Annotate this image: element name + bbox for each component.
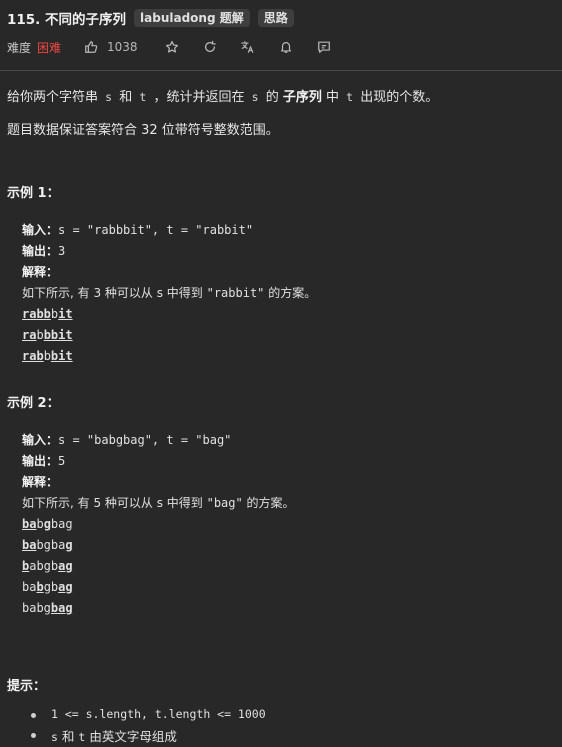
matched-chars: b: [36, 580, 44, 594]
title-row: 115. 不同的子序列 labuladong 题解 思路: [7, 8, 294, 28]
example-1-input: 输入：s = "rabbbit", t = "rabbit": [22, 220, 316, 241]
unmatched-chars: gb: [43, 580, 59, 594]
difficulty-label: 难度: [7, 40, 32, 55]
example-2-block: 输入：s = "babgbag", t = "bag" 输出：5 解释： 如下所示, …: [22, 430, 295, 619]
thumbs-up-icon[interactable]: [83, 39, 99, 55]
code-t: t: [78, 730, 86, 744]
translate-icon[interactable]: [240, 39, 256, 55]
unmatched-chars: b: [36, 517, 44, 531]
matched-chars: ag: [58, 580, 73, 594]
unmatched-chars: ba: [22, 580, 37, 594]
matched-chars: g: [65, 538, 73, 552]
subsequence-line: rabbbit: [22, 346, 316, 367]
problem-title[interactable]: 115. 不同的子序列: [7, 8, 126, 28]
output-label: 输出：: [22, 454, 59, 468]
desc-text: ，统计并返回在: [153, 90, 245, 105]
bell-icon[interactable]: [278, 39, 294, 55]
explain-target: "rabbit": [206, 286, 265, 300]
explain-text: 的方案。: [264, 286, 317, 300]
hint-text: 1 <= s.length, t.length <= 1000: [51, 707, 266, 721]
unmatched-chars: bgba: [36, 538, 66, 552]
bullet: [31, 713, 36, 718]
unmatched-chars: babg: [22, 601, 51, 615]
hints-heading: 提示：: [7, 679, 47, 694]
code-s: s: [51, 730, 58, 744]
matched-chars: it: [58, 307, 73, 321]
unmatched-chars: abgb: [29, 559, 59, 573]
tag-labuladong[interactable]: labuladong 题解: [134, 9, 250, 27]
subsequence-line: rabbbit: [22, 304, 316, 325]
matched-chars: bit: [50, 349, 73, 363]
subsequence-line: babgbag: [22, 514, 295, 535]
explain-label: 解释：: [22, 265, 59, 279]
example-2-explain: 解释：: [22, 472, 295, 493]
matched-chars: bag: [50, 601, 73, 615]
input-label: 输入：: [22, 223, 59, 237]
code-t: t: [139, 90, 147, 104]
unmatched-chars: b: [36, 328, 44, 342]
matched-chars: ra: [22, 328, 37, 342]
output-value: 3: [58, 244, 66, 258]
example-1-block: 输入：s = "rabbbit", t = "rabbit" 输出：3 解释： 如下所…: [22, 220, 316, 367]
hint-text-rest: 由英文字母组成: [89, 729, 177, 744]
share-icon[interactable]: [202, 39, 218, 55]
explain-target: "bag": [206, 496, 243, 510]
comment-icon[interactable]: [316, 39, 332, 55]
example-2-input: 输入：s = "babgbag", t = "bag": [22, 430, 295, 451]
header-divider: [0, 70, 562, 71]
tag-approach[interactable]: 思路: [257, 9, 294, 27]
code-t: t: [346, 90, 354, 104]
matched-chars: ba: [22, 538, 37, 552]
description-line-1: 给你两个字符串 s 和 t ，统计并返回在 s 的 子序列 中 t 出现的个数。: [7, 86, 438, 105]
matched-chars: rabb: [22, 307, 51, 321]
example-1-output: 输出：3: [22, 241, 316, 262]
hint-text: s 和 t 由英文字母组成: [51, 726, 177, 745]
matched-chars: g: [43, 517, 51, 531]
explain-text: 如下所示, 有 3 种可以从 s 中得到: [22, 286, 207, 300]
like-count: 1038: [107, 40, 138, 54]
input-value: s = "babgbag", t = "bag": [58, 433, 232, 447]
subsequence-line: rabbbit: [22, 325, 316, 346]
unmatched-chars: bag: [50, 517, 73, 531]
output-label: 输出：: [22, 244, 59, 258]
subsequence-line: babgbag: [22, 577, 295, 598]
desc-text: 的: [265, 90, 279, 105]
desc-text: 中: [326, 90, 340, 105]
example-1-subsequences: rabbbit rabbbit rabbbit: [22, 304, 316, 367]
input-label: 输入：: [22, 433, 59, 447]
description-line-2: 题目数据保证答案符合 32 位带符号整数范围。: [7, 123, 279, 138]
example-2-explain-text: 如下所示, 有 5 种可以从 s 中得到 "bag" 的方案。: [22, 493, 295, 514]
example-2-heading: 示例 2：: [7, 396, 60, 411]
meta-row: 难度 困难 1038: [7, 37, 332, 57]
star-icon[interactable]: [164, 39, 180, 55]
difficulty-badge: 困难: [37, 40, 62, 55]
output-value: 5: [58, 454, 66, 468]
desc-text: 给你两个字符串: [7, 90, 99, 105]
matched-chars: rab: [22, 349, 44, 363]
example-1-explain: 解释：: [22, 262, 316, 283]
unmatched-chars: b: [43, 349, 51, 363]
subsequence-line: babgbag: [22, 598, 295, 619]
example-1-heading: 示例 1：: [7, 186, 60, 201]
hint-text-and: 和: [61, 729, 75, 744]
example-2-output: 输出：5: [22, 451, 295, 472]
bullet: [31, 733, 36, 738]
explain-label: 解释：: [22, 475, 59, 489]
desc-text: 出现的个数。: [360, 90, 439, 105]
matched-chars: bbit: [43, 328, 73, 342]
code-s: s: [251, 90, 259, 104]
matched-chars: ag: [58, 559, 73, 573]
input-value: s = "rabbbit", t = "rabbit": [58, 223, 254, 237]
example-1-explain-text: 如下所示, 有 3 种可以从 s 中得到 "rabbit" 的方案。: [22, 283, 316, 304]
code-s: s: [105, 90, 113, 104]
example-2-subsequences: babgbag babgbag babgbag babgbag babgbag: [22, 514, 295, 619]
desc-bold: 子序列: [282, 90, 322, 105]
subsequence-line: babgbag: [22, 535, 295, 556]
matched-chars: ba: [22, 517, 37, 531]
desc-text: 和: [119, 90, 133, 105]
explain-text: 的方案。: [242, 496, 295, 510]
subsequence-line: babgbag: [22, 556, 295, 577]
explain-text: 如下所示, 有 5 种可以从 s 中得到: [22, 496, 207, 510]
